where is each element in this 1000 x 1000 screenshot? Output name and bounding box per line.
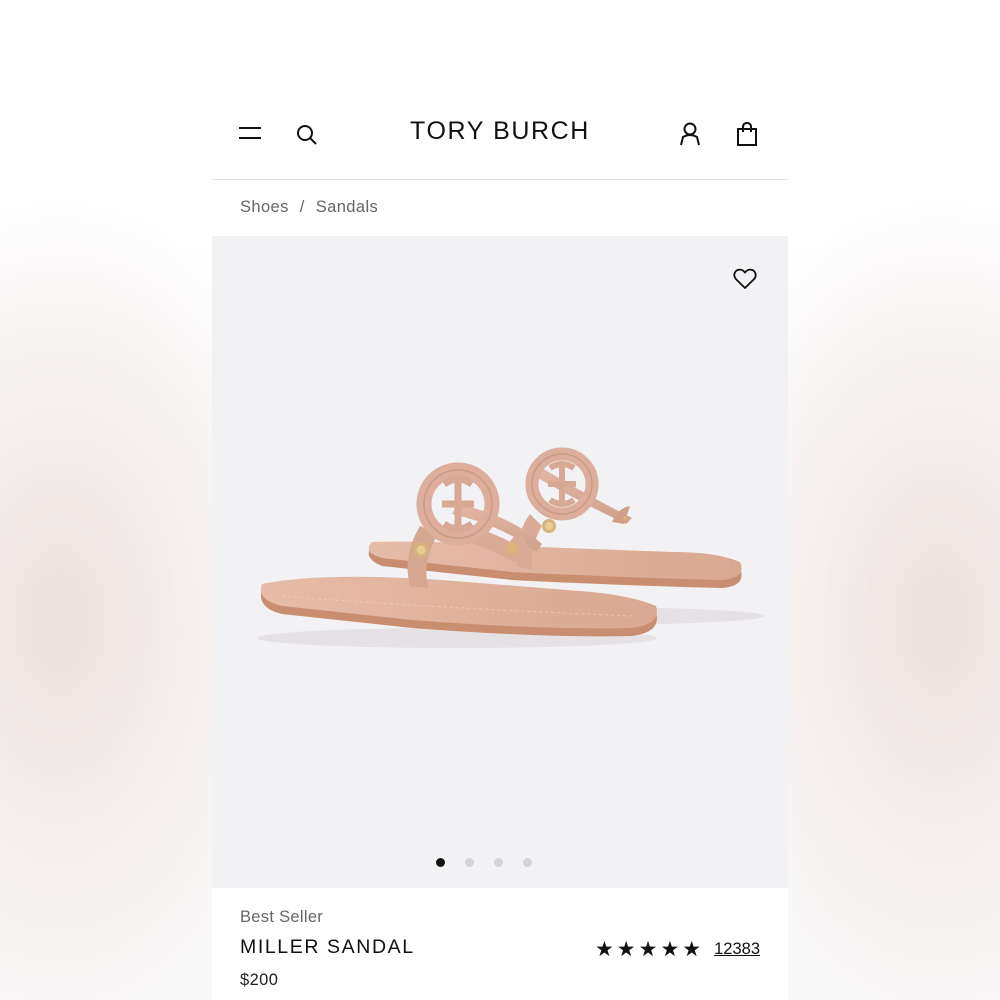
star-icon: ★	[594, 938, 614, 961]
shopping-bag-icon[interactable]	[731, 118, 763, 150]
star-icon: ★	[660, 938, 680, 961]
star-icon: ★	[682, 938, 702, 961]
star-icon: ★	[616, 938, 636, 961]
product-info: Best Seller MILLER SANDAL $200 ★ ★ ★ ★ ★…	[240, 908, 760, 989]
breadcrumb-item-sandals[interactable]: Sandals	[316, 198, 378, 216]
product-rating[interactable]: ★ ★ ★ ★ ★ 12383	[595, 939, 760, 960]
product-image-gallery[interactable]	[212, 236, 788, 888]
best-seller-label: Best Seller	[240, 908, 324, 926]
star-icon: ★	[638, 938, 658, 961]
carousel-dot-3[interactable]	[494, 858, 503, 867]
carousel-pagination	[212, 858, 772, 867]
carousel-dot-1[interactable]	[436, 858, 445, 867]
sandal-product-image	[257, 447, 764, 648]
product-page: TORY BURCH Shoes / Sandals Best Seller M…	[212, 90, 788, 1000]
breadcrumb-item-shoes[interactable]: Shoes	[240, 198, 289, 216]
site-header: TORY BURCH	[212, 90, 788, 180]
user-icon[interactable]	[674, 118, 706, 150]
carousel-dot-4[interactable]	[523, 858, 532, 867]
carousel-dot-2[interactable]	[465, 858, 474, 867]
breadcrumb-separator: /	[299, 198, 305, 216]
breadcrumb: Shoes / Sandals	[240, 198, 378, 217]
product-price: $200	[240, 971, 279, 989]
review-count-link[interactable]: 12383	[714, 940, 760, 959]
product-name: MILLER SANDAL	[240, 936, 415, 958]
